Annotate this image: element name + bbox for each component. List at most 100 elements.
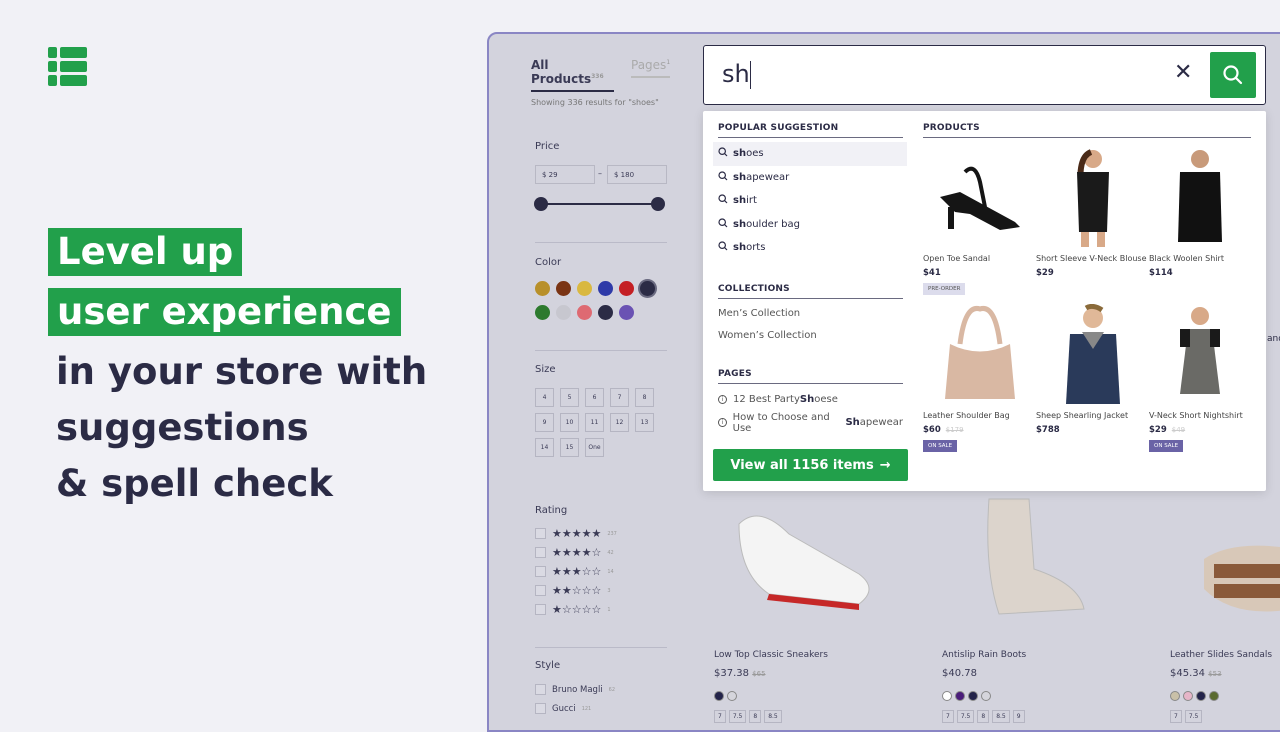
- rating-option[interactable]: ★★☆☆☆ 3: [535, 581, 617, 600]
- style-option[interactable]: Bruno Magli 62: [535, 680, 615, 699]
- size-option[interactable]: 15: [560, 438, 579, 457]
- collection-link[interactable]: Men’s Collection: [718, 303, 903, 325]
- clear-icon[interactable]: ✕: [1174, 60, 1192, 85]
- size-option[interactable]: 13: [635, 413, 654, 432]
- product-card[interactable]: Antislip Rain Boots $40.78 7 7.5 8 8.5 9: [942, 650, 1028, 723]
- hero-headline: Level up user experience in your store w…: [48, 224, 427, 512]
- color-swatch[interactable]: [1170, 691, 1180, 701]
- color-swatch[interactable]: [727, 691, 737, 701]
- color-swatch[interactable]: [955, 691, 965, 701]
- style-count: 62: [608, 686, 616, 693]
- search-button[interactable]: [1210, 52, 1256, 98]
- size-option[interactable]: 7.5: [728, 710, 747, 723]
- divider: [535, 350, 667, 351]
- size-option[interactable]: 8.5: [764, 710, 782, 723]
- checkbox[interactable]: [535, 703, 546, 714]
- size-option[interactable]: 8: [749, 710, 762, 723]
- color-swatch[interactable]: [981, 691, 991, 701]
- color-swatch[interactable]: [1209, 691, 1219, 701]
- size-option[interactable]: 10: [560, 413, 579, 432]
- search-icon: [718, 147, 728, 160]
- product-card[interactable]: Leather Slides Sandals $45.34 $53 7 7.5: [1170, 650, 1272, 723]
- price-slider-max-handle[interactable]: [651, 197, 665, 211]
- search-input[interactable]: sh: [722, 60, 752, 89]
- product-result[interactable]: Short Sleeve V-Neck Blouse $29: [1036, 146, 1149, 295]
- suggestion-item[interactable]: shirt: [713, 189, 907, 213]
- page-link[interactable]: i How to Choose and Use Sh apewear: [718, 411, 903, 435]
- product-image-sandals[interactable]: [1194, 519, 1280, 629]
- product-image-boots[interactable]: [959, 489, 1099, 629]
- suggestion-item[interactable]: shoes: [713, 142, 907, 166]
- product-result[interactable]: Leather Shoulder Bag $60 $179 ON SALE: [923, 303, 1036, 452]
- checkbox[interactable]: [535, 528, 546, 539]
- size-option[interactable]: 11: [585, 413, 604, 432]
- color-swatch[interactable]: [535, 305, 550, 320]
- collection-link[interactable]: Women’s Collection: [718, 325, 903, 347]
- style-option[interactable]: Gucci 121: [535, 699, 615, 718]
- color-swatch[interactable]: [598, 305, 613, 320]
- tab-all-products[interactable]: All Products336: [531, 58, 614, 92]
- suggestion-item[interactable]: shoulder bag: [713, 213, 907, 237]
- checkbox[interactable]: [535, 604, 546, 615]
- color-swatch[interactable]: [640, 281, 655, 296]
- suggestion-item[interactable]: shorts: [713, 236, 907, 260]
- size-option[interactable]: 12: [610, 413, 629, 432]
- product-result[interactable]: V-Neck Short Nightshirt $29 $49 ON SALE: [1149, 303, 1251, 452]
- color-swatch[interactable]: [968, 691, 978, 701]
- color-swatch[interactable]: [577, 305, 592, 320]
- rating-option[interactable]: ★★★☆☆ 14: [535, 562, 617, 581]
- size-option[interactable]: 5: [560, 388, 579, 407]
- product-result[interactable]: Open Toe Sandal $41 PRE-ORDER: [923, 146, 1036, 295]
- page-link[interactable]: i 12 Best Party Sh oese: [718, 388, 903, 412]
- product-image-sneakers[interactable]: [719, 494, 889, 624]
- size-option[interactable]: 7.5: [1184, 710, 1203, 723]
- size-option[interactable]: 7: [714, 710, 726, 723]
- checkbox[interactable]: [535, 547, 546, 558]
- size-option[interactable]: 9: [1012, 710, 1025, 723]
- size-option[interactable]: 8: [977, 710, 990, 723]
- price-slider-min-handle[interactable]: [534, 197, 548, 211]
- color-swatch[interactable]: [942, 691, 952, 701]
- tab-pages[interactable]: Pages1: [631, 58, 671, 78]
- checkbox[interactable]: [535, 585, 546, 596]
- rating-option[interactable]: ★☆☆☆☆ 1: [535, 600, 617, 619]
- price: $37.38: [714, 668, 749, 679]
- size-option[interactable]: One: [585, 438, 604, 457]
- results-text: Showing 336 results for "shoes": [531, 98, 659, 107]
- price-max-input[interactable]: $ 180: [607, 165, 667, 184]
- size-option[interactable]: 7.5: [956, 710, 975, 723]
- view-all-button[interactable]: View all 1156 items →: [713, 449, 908, 481]
- size-label: Size: [535, 364, 556, 375]
- size-option[interactable]: 7: [1170, 710, 1182, 723]
- checkbox[interactable]: [535, 566, 546, 577]
- size-option[interactable]: 4: [535, 388, 554, 407]
- rating-option[interactable]: ★★★★☆ 42: [535, 543, 617, 562]
- partial-product-text: and: [1267, 334, 1280, 344]
- color-swatch[interactable]: [556, 305, 571, 320]
- color-swatch[interactable]: [535, 281, 550, 296]
- size-option[interactable]: 6: [585, 388, 604, 407]
- product-price: $60 $179: [923, 425, 1036, 435]
- product-result[interactable]: Black Woolen Shirt $114: [1149, 146, 1251, 295]
- color-swatch[interactable]: [556, 281, 571, 296]
- size-option[interactable]: 9: [535, 413, 554, 432]
- size-option[interactable]: 7: [610, 388, 629, 407]
- price-min-input[interactable]: $ 29: [535, 165, 595, 184]
- size-option[interactable]: 7: [942, 710, 954, 723]
- suggestion-item[interactable]: shapewear: [713, 166, 907, 190]
- color-swatch[interactable]: [619, 305, 634, 320]
- rating-option[interactable]: ★★★★★ 237: [535, 524, 617, 543]
- size-option[interactable]: 14: [535, 438, 554, 457]
- color-swatch[interactable]: [619, 281, 634, 296]
- color-swatch[interactable]: [598, 281, 613, 296]
- color-swatch[interactable]: [1183, 691, 1193, 701]
- checkbox[interactable]: [535, 684, 546, 695]
- size-option[interactable]: 8: [635, 388, 654, 407]
- product-result[interactable]: Sheep Shearling Jacket $788: [1036, 303, 1149, 452]
- color-swatch[interactable]: [1196, 691, 1206, 701]
- product-card[interactable]: Low Top Classic Sneakers $37.38 $65 7 7.5 8 8…: [714, 650, 828, 723]
- size-option[interactable]: 8.5: [992, 710, 1010, 723]
- tab-count: 1: [666, 59, 671, 66]
- color-swatch[interactable]: [577, 281, 592, 296]
- color-swatch[interactable]: [714, 691, 724, 701]
